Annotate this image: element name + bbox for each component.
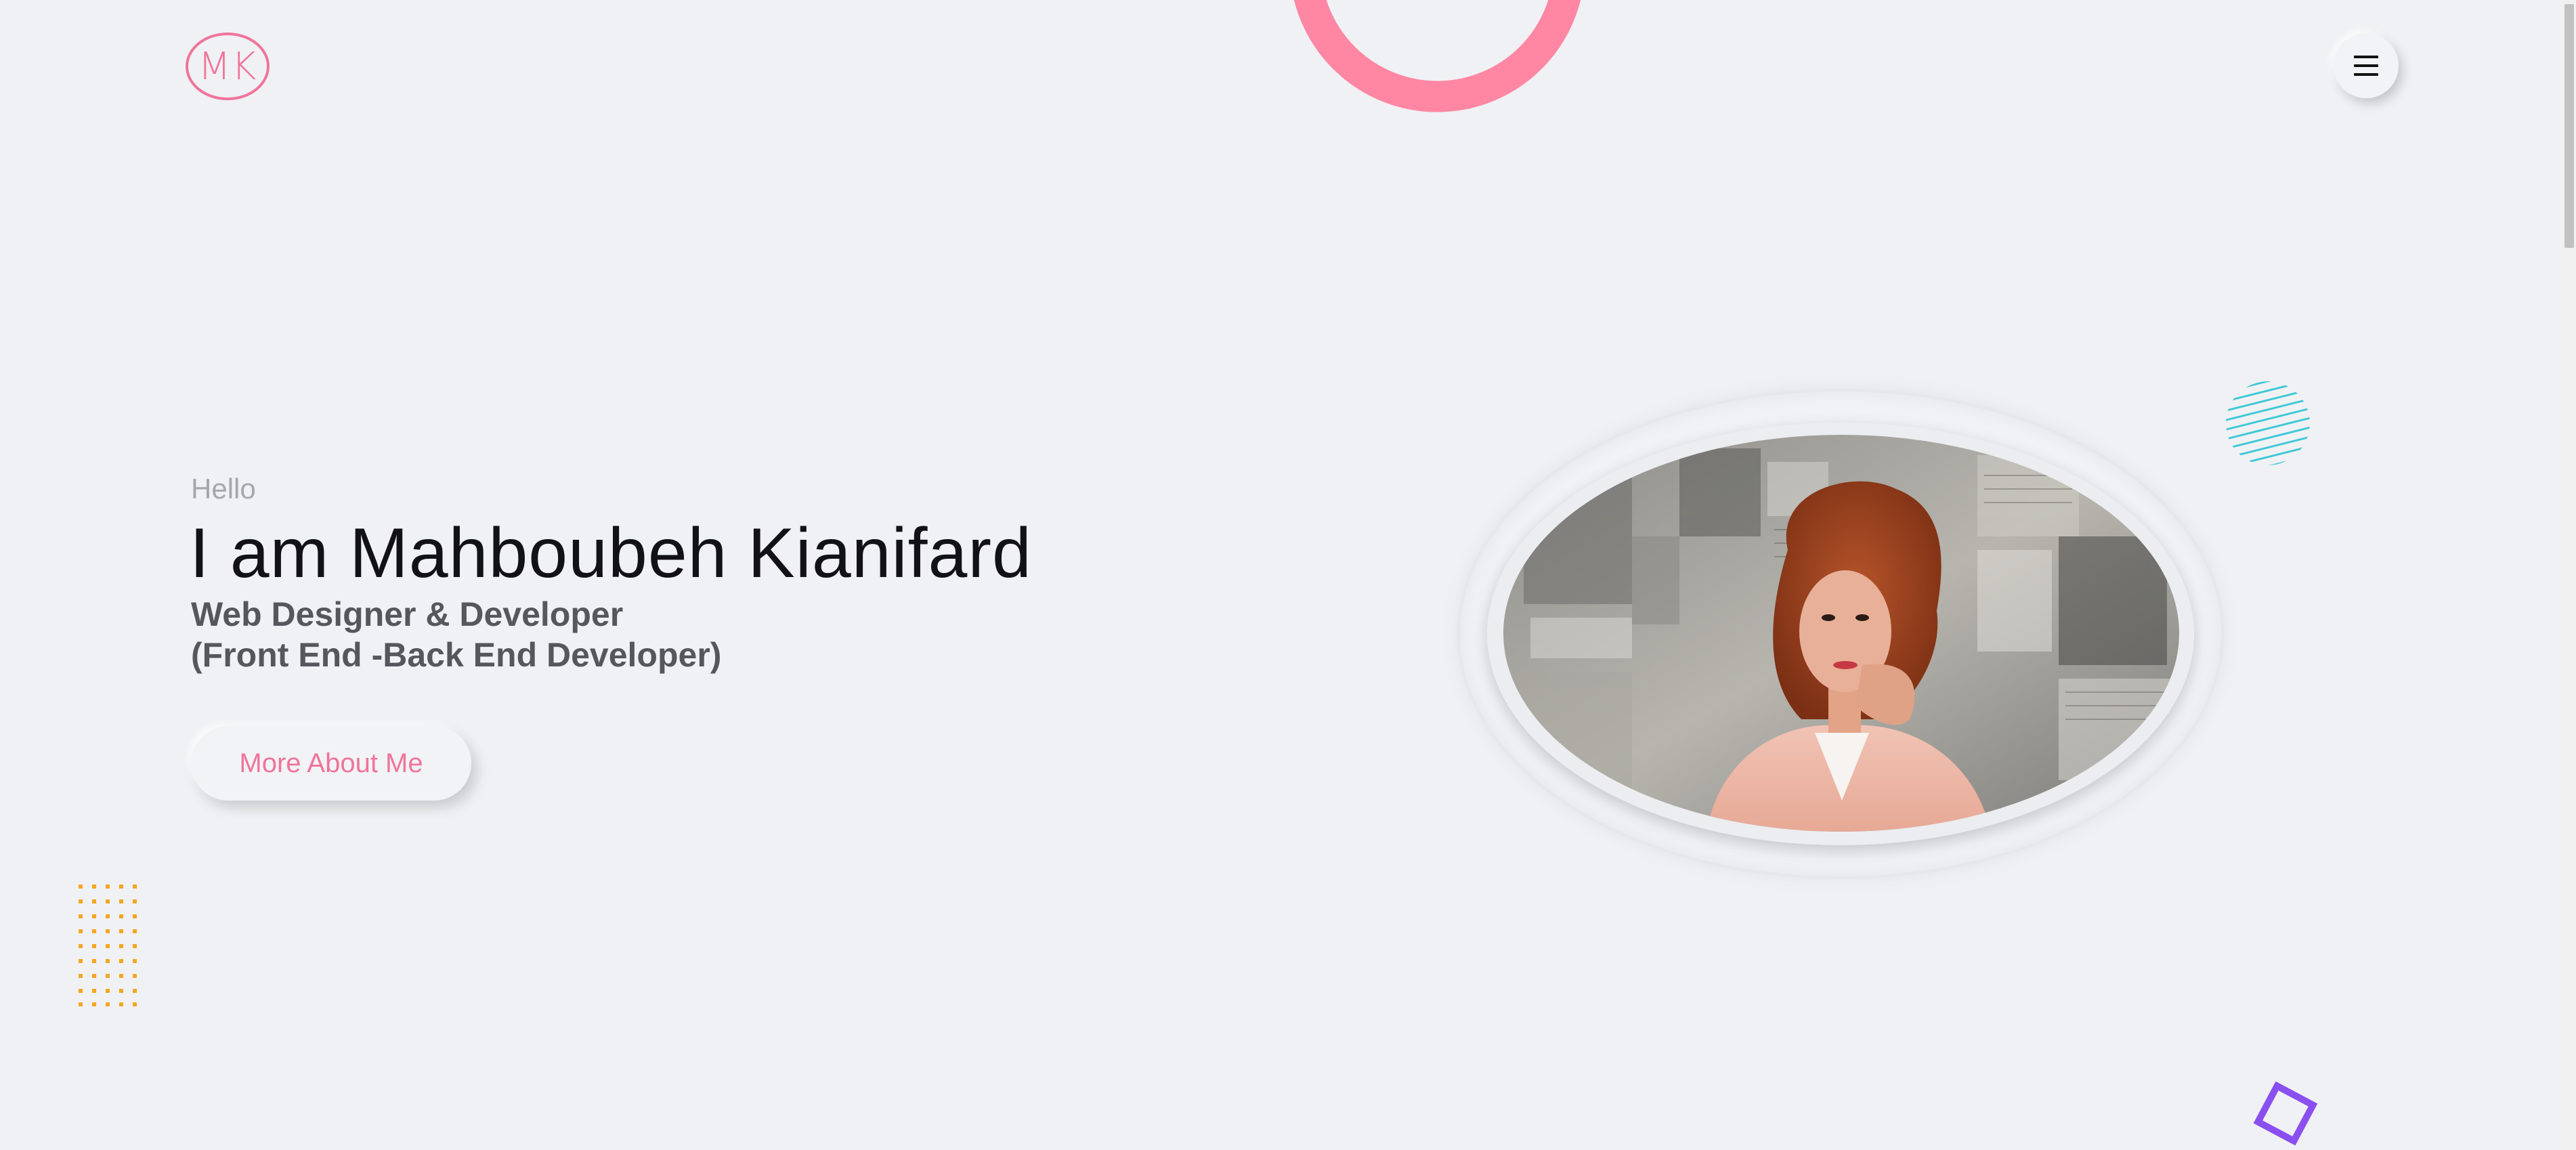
menu-button[interactable]	[2334, 33, 2399, 98]
hamburger-icon	[2354, 56, 2378, 76]
diamond-outline-decoration	[2253, 1081, 2318, 1146]
vertical-scrollbar[interactable]	[2561, 0, 2576, 1150]
striped-circle-decoration	[2226, 381, 2310, 465]
portrait-illustration	[1503, 435, 2179, 832]
scrollbar-thumb[interactable]	[2564, 4, 2574, 248]
role-line-1: Web Designer & Developer	[191, 595, 624, 633]
dot-grid-decoration	[79, 885, 137, 1006]
top-ring-decoration	[1293, 0, 1581, 112]
more-about-me-button[interactable]: More About Me	[191, 726, 471, 801]
role-line-2: (Front End -Back End Developer)	[191, 636, 722, 674]
hero-title: I am Mahboubeh Kianifard	[190, 514, 1032, 593]
greeting-text: Hello	[191, 473, 256, 505]
logo[interactable]: MK	[186, 33, 270, 100]
portrait-photo	[1503, 435, 2179, 832]
page: MK Hello I am Mahboubeh Kianifard Web De…	[0, 0, 2576, 1150]
